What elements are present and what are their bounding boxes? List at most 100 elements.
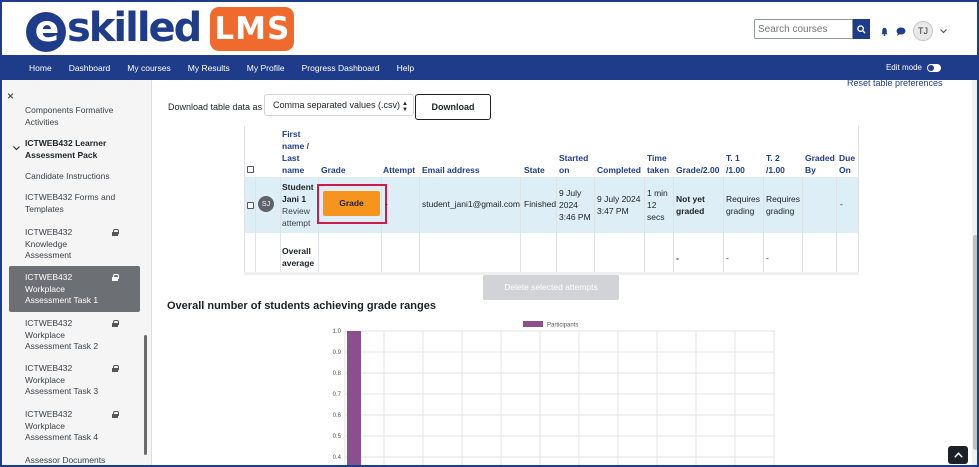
column-header-grade[interactable]: Grade [321,164,346,176]
sidebar-item-label: ICTWEB432 Workplace Assessment Task 2 [25,318,99,351]
column-divider [419,177,420,272]
download-format-value: Comma separated values (.csv) [273,100,401,110]
column-divider [594,177,595,272]
edit-mode-toggle[interactable] [927,63,941,72]
sidebar-item-label: Candidate Instructions [25,171,110,181]
sidebar-item-workplace-task-4[interactable]: ICTWEB432 Workplace Assessment Task 4 [25,409,107,444]
nav-my-profile[interactable]: My Profile [247,63,285,73]
column-divider [858,126,859,272]
user-initials: TJ [918,26,928,36]
attempt-value: - [385,199,388,209]
chart-y-tick-label: 1.0 [333,329,342,335]
column-divider [280,177,281,272]
download-button[interactable]: Download [415,94,491,120]
sidebar-scrollbar[interactable] [144,335,147,455]
chart-y-tick-label: 0.6 [333,413,342,419]
time-taken-value: 1 min 12 secs [647,188,668,222]
download-format-select[interactable]: Comma separated values (.csv) ▲ ▼ [264,94,414,116]
course-index-drawer: × Components Formative Activities ICTWEB… [2,80,152,465]
column-header-started[interactable]: Started on [559,152,593,176]
search-button[interactable] [853,19,870,39]
nav-home[interactable]: Home [29,63,52,73]
sidebar-item-label-active: ICTWEB432 Workplace Assessment Task 1 [25,272,107,307]
column-header-email[interactable]: Email address [422,164,480,176]
sidebar-item-knowledge-assessment[interactable]: ICTWEB432 Knowledge Assessment [25,227,107,262]
chart-y-tick-label: 0.7 [333,392,342,398]
chat-icon[interactable] [896,27,906,36]
column-header-graded-by[interactable]: Graded By [805,152,835,176]
column-divider [673,177,674,272]
page-scrollbar[interactable] [972,80,977,465]
site-logo[interactable]: e skilled LMS [26,4,295,52]
nav-dashboard[interactable]: Dashboard [69,63,111,73]
chevron-down-icon[interactable] [940,28,947,34]
chart-y-tick-label: 0.8 [333,371,342,377]
bell-icon[interactable] [880,27,889,36]
column-header-attempt[interactable]: Attempt [383,164,415,176]
back-to-top-button[interactable] [948,446,968,464]
column-header-grade-total[interactable]: Grade/2.00 [676,164,719,176]
search-input[interactable] [754,19,853,39]
overall-t2: - [766,253,769,263]
sidebar-item-workplace-task-3[interactable]: ICTWEB432 Workplace Assessment Task 3 [25,363,107,398]
column-divider [255,177,256,272]
primary-navigation: Home Dashboard My courses My Results My … [2,55,977,80]
legend-label: Participants [547,323,578,329]
column-header-t2[interactable]: T. 2 /1.00 [766,152,796,176]
reset-table-preferences-link[interactable]: Reset table preferences [847,80,943,88]
completed-value: 9 July 2024 3:47 PM [597,194,641,216]
student-name-link[interactable]: Student Jani 1 [282,181,318,205]
column-divider [244,126,245,272]
row-checkbox[interactable] [247,202,254,209]
grade-total-value: Not yet graded [676,194,705,216]
course-search [754,19,870,39]
sidebar-section-label: ICTWEB432 Learner Assessment Pack [25,138,107,160]
student-avatar[interactable]: SJ [258,196,274,212]
column-header-due-on[interactable]: Due On [839,152,859,176]
page-scrollbar-thumb[interactable] [973,235,977,450]
chart-grid [344,330,775,465]
logo-text: skilled [67,4,202,51]
column-header-state[interactable]: State [524,164,545,176]
column-header-time-taken[interactable]: Time taken [647,152,673,176]
sidebar-item-assessor-documents[interactable]: Assessor Documents [25,455,137,465]
nav-progress-dashboard[interactable]: Progress Dashboard [302,63,380,73]
nav-help[interactable]: Help [397,63,414,73]
close-drawer-icon[interactable]: × [7,89,14,103]
select-all-checkbox[interactable] [247,166,254,173]
student-initials: SJ [261,200,271,208]
review-attempt-link[interactable]: Review attempt [282,205,318,229]
header-icons: TJ [880,21,947,41]
nav-my-results[interactable]: My Results [188,63,230,73]
main-region: Reset table preferences Download table d… [153,80,971,465]
sidebar-item-candidate-instructions[interactable]: Candidate Instructions [25,171,137,183]
t2-value: Requires grading [766,194,801,216]
chart-y-ticks: 1.00.90.80.70.60.50.40.3 [333,329,342,461]
user-avatar[interactable]: TJ [913,21,933,41]
chart-y-tick-label: 0.5 [333,434,342,440]
select-caret-icon: ▲ ▼ [402,101,408,113]
sidebar-section-learner-assessment-pack[interactable]: ICTWEB432 Learner Assessment Pack [25,138,137,161]
column-divider [836,177,837,272]
search-icon [857,24,866,34]
column-divider [723,177,724,272]
state-value: Finished [524,199,557,209]
chart-bar [347,331,361,465]
chevron-up-icon [953,452,963,458]
sidebar-item-label: Components Formative Activities [25,105,114,127]
sidebar-item-forms-and-templates[interactable]: ICTWEB432 Forms and Templates [25,192,137,215]
nav-my-courses[interactable]: My courses [127,63,170,73]
sidebar-item-label: ICTWEB432 Workplace Assessment Task 1 [25,272,99,305]
column-header-name[interactable]: First name / Last name [282,128,316,176]
column-divider [556,177,557,272]
sidebar-item-workplace-task-2[interactable]: ICTWEB432 Workplace Assessment Task 2 [25,318,107,353]
column-header-completed[interactable]: Completed [597,164,641,176]
sidebar-item-formative-activities[interactable]: Components Formative Activities [25,105,137,128]
site-header: eskilled LMS TJ [2,2,977,55]
delete-selected-attempts-button[interactable]: Delete selected attempts [483,275,619,300]
legend-swatch [523,321,543,327]
column-header-t1[interactable]: T. 1 /1.00 [726,152,756,176]
column-divider [644,177,645,272]
grade-button[interactable]: Grade [323,191,380,216]
chevron-down-icon[interactable] [13,146,20,151]
